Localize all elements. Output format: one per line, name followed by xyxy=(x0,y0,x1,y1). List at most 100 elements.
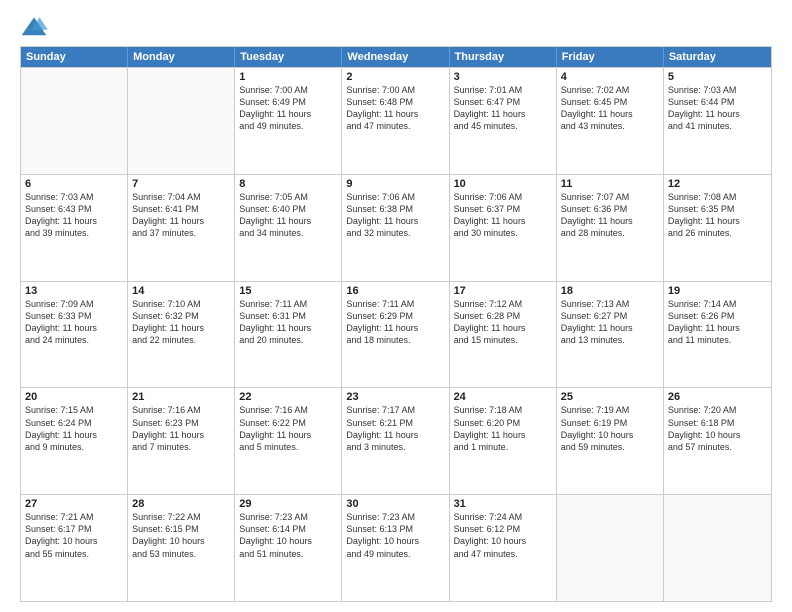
day-number: 5 xyxy=(668,71,767,83)
daylight-line1: Daylight: 11 hours xyxy=(346,215,444,227)
daylight-line1: Daylight: 11 hours xyxy=(668,108,767,120)
daylight-line1: Daylight: 11 hours xyxy=(454,322,552,334)
daylight-line1: Daylight: 11 hours xyxy=(561,108,659,120)
sunset: Sunset: 6:48 PM xyxy=(346,96,444,108)
day-number: 18 xyxy=(561,285,659,297)
calendar-body: 1Sunrise: 7:00 AMSunset: 6:49 PMDaylight… xyxy=(21,67,771,601)
sunset: Sunset: 6:23 PM xyxy=(132,417,230,429)
daylight-line1: Daylight: 11 hours xyxy=(346,108,444,120)
daylight-line2: and 15 minutes. xyxy=(454,334,552,346)
week-row-3: 13Sunrise: 7:09 AMSunset: 6:33 PMDayligh… xyxy=(21,281,771,388)
sunrise: Sunrise: 7:13 AM xyxy=(561,298,659,310)
daylight-line1: Daylight: 11 hours xyxy=(561,215,659,227)
cal-cell: 3Sunrise: 7:01 AMSunset: 6:47 PMDaylight… xyxy=(450,68,557,174)
sunrise: Sunrise: 7:01 AM xyxy=(454,84,552,96)
header-day-wednesday: Wednesday xyxy=(342,47,449,67)
daylight-line2: and 18 minutes. xyxy=(346,334,444,346)
cal-cell: 15Sunrise: 7:11 AMSunset: 6:31 PMDayligh… xyxy=(235,282,342,388)
daylight-line2: and 22 minutes. xyxy=(132,334,230,346)
day-number: 2 xyxy=(346,71,444,83)
sunset: Sunset: 6:14 PM xyxy=(239,523,337,535)
daylight-line2: and 1 minute. xyxy=(454,441,552,453)
sunrise: Sunrise: 7:00 AM xyxy=(239,84,337,96)
daylight-line2: and 30 minutes. xyxy=(454,227,552,239)
sunrise: Sunrise: 7:00 AM xyxy=(346,84,444,96)
day-number: 8 xyxy=(239,178,337,190)
daylight-line2: and 5 minutes. xyxy=(239,441,337,453)
cal-cell: 1Sunrise: 7:00 AMSunset: 6:49 PMDaylight… xyxy=(235,68,342,174)
sunset: Sunset: 6:31 PM xyxy=(239,310,337,322)
sunrise: Sunrise: 7:21 AM xyxy=(25,511,123,523)
logo xyxy=(20,16,52,38)
sunset: Sunset: 6:44 PM xyxy=(668,96,767,108)
daylight-line2: and 11 minutes. xyxy=(668,334,767,346)
header-day-saturday: Saturday xyxy=(664,47,771,67)
sunset: Sunset: 6:28 PM xyxy=(454,310,552,322)
daylight-line2: and 55 minutes. xyxy=(25,548,123,560)
cal-cell: 4Sunrise: 7:02 AMSunset: 6:45 PMDaylight… xyxy=(557,68,664,174)
day-number: 17 xyxy=(454,285,552,297)
day-number: 6 xyxy=(25,178,123,190)
day-number: 7 xyxy=(132,178,230,190)
day-number: 19 xyxy=(668,285,767,297)
cal-cell: 29Sunrise: 7:23 AMSunset: 6:14 PMDayligh… xyxy=(235,495,342,601)
daylight-line1: Daylight: 11 hours xyxy=(25,429,123,441)
day-number: 28 xyxy=(132,498,230,510)
day-number: 27 xyxy=(25,498,123,510)
calendar: SundayMondayTuesdayWednesdayThursdayFrid… xyxy=(20,46,772,602)
sunset: Sunset: 6:12 PM xyxy=(454,523,552,535)
daylight-line1: Daylight: 11 hours xyxy=(454,215,552,227)
sunrise: Sunrise: 7:16 AM xyxy=(132,404,230,416)
sunrise: Sunrise: 7:02 AM xyxy=(561,84,659,96)
daylight-line1: Daylight: 11 hours xyxy=(132,429,230,441)
daylight-line1: Daylight: 11 hours xyxy=(346,429,444,441)
cal-cell: 19Sunrise: 7:14 AMSunset: 6:26 PMDayligh… xyxy=(664,282,771,388)
day-number: 14 xyxy=(132,285,230,297)
sunset: Sunset: 6:26 PM xyxy=(668,310,767,322)
daylight-line2: and 3 minutes. xyxy=(346,441,444,453)
daylight-line1: Daylight: 11 hours xyxy=(25,215,123,227)
daylight-line1: Daylight: 10 hours xyxy=(561,429,659,441)
daylight-line1: Daylight: 11 hours xyxy=(454,108,552,120)
day-number: 24 xyxy=(454,391,552,403)
sunrise: Sunrise: 7:24 AM xyxy=(454,511,552,523)
daylight-line1: Daylight: 11 hours xyxy=(239,322,337,334)
day-number: 29 xyxy=(239,498,337,510)
day-number: 9 xyxy=(346,178,444,190)
sunset: Sunset: 6:15 PM xyxy=(132,523,230,535)
daylight-line1: Daylight: 10 hours xyxy=(239,535,337,547)
day-number: 21 xyxy=(132,391,230,403)
day-number: 26 xyxy=(668,391,767,403)
sunrise: Sunrise: 7:09 AM xyxy=(25,298,123,310)
cal-cell xyxy=(557,495,664,601)
sunrise: Sunrise: 7:11 AM xyxy=(346,298,444,310)
sunset: Sunset: 6:36 PM xyxy=(561,203,659,215)
daylight-line1: Daylight: 11 hours xyxy=(239,429,337,441)
sunset: Sunset: 6:18 PM xyxy=(668,417,767,429)
day-number: 15 xyxy=(239,285,337,297)
day-number: 11 xyxy=(561,178,659,190)
sunrise: Sunrise: 7:18 AM xyxy=(454,404,552,416)
day-number: 25 xyxy=(561,391,659,403)
daylight-line1: Daylight: 11 hours xyxy=(668,322,767,334)
week-row-1: 1Sunrise: 7:00 AMSunset: 6:49 PMDaylight… xyxy=(21,67,771,174)
sunset: Sunset: 6:43 PM xyxy=(25,203,123,215)
cal-cell: 10Sunrise: 7:06 AMSunset: 6:37 PMDayligh… xyxy=(450,175,557,281)
daylight-line2: and 49 minutes. xyxy=(346,548,444,560)
daylight-line1: Daylight: 11 hours xyxy=(25,322,123,334)
daylight-line2: and 59 minutes. xyxy=(561,441,659,453)
sunset: Sunset: 6:45 PM xyxy=(561,96,659,108)
cal-cell: 24Sunrise: 7:18 AMSunset: 6:20 PMDayligh… xyxy=(450,388,557,494)
daylight-line1: Daylight: 11 hours xyxy=(132,215,230,227)
daylight-line2: and 24 minutes. xyxy=(25,334,123,346)
sunrise: Sunrise: 7:06 AM xyxy=(454,191,552,203)
cal-cell: 14Sunrise: 7:10 AMSunset: 6:32 PMDayligh… xyxy=(128,282,235,388)
daylight-line2: and 26 minutes. xyxy=(668,227,767,239)
cal-cell: 13Sunrise: 7:09 AMSunset: 6:33 PMDayligh… xyxy=(21,282,128,388)
cal-cell: 5Sunrise: 7:03 AMSunset: 6:44 PMDaylight… xyxy=(664,68,771,174)
daylight-line2: and 57 minutes. xyxy=(668,441,767,453)
cal-cell: 31Sunrise: 7:24 AMSunset: 6:12 PMDayligh… xyxy=(450,495,557,601)
sunrise: Sunrise: 7:14 AM xyxy=(668,298,767,310)
cal-cell: 18Sunrise: 7:13 AMSunset: 6:27 PMDayligh… xyxy=(557,282,664,388)
cal-cell: 21Sunrise: 7:16 AMSunset: 6:23 PMDayligh… xyxy=(128,388,235,494)
